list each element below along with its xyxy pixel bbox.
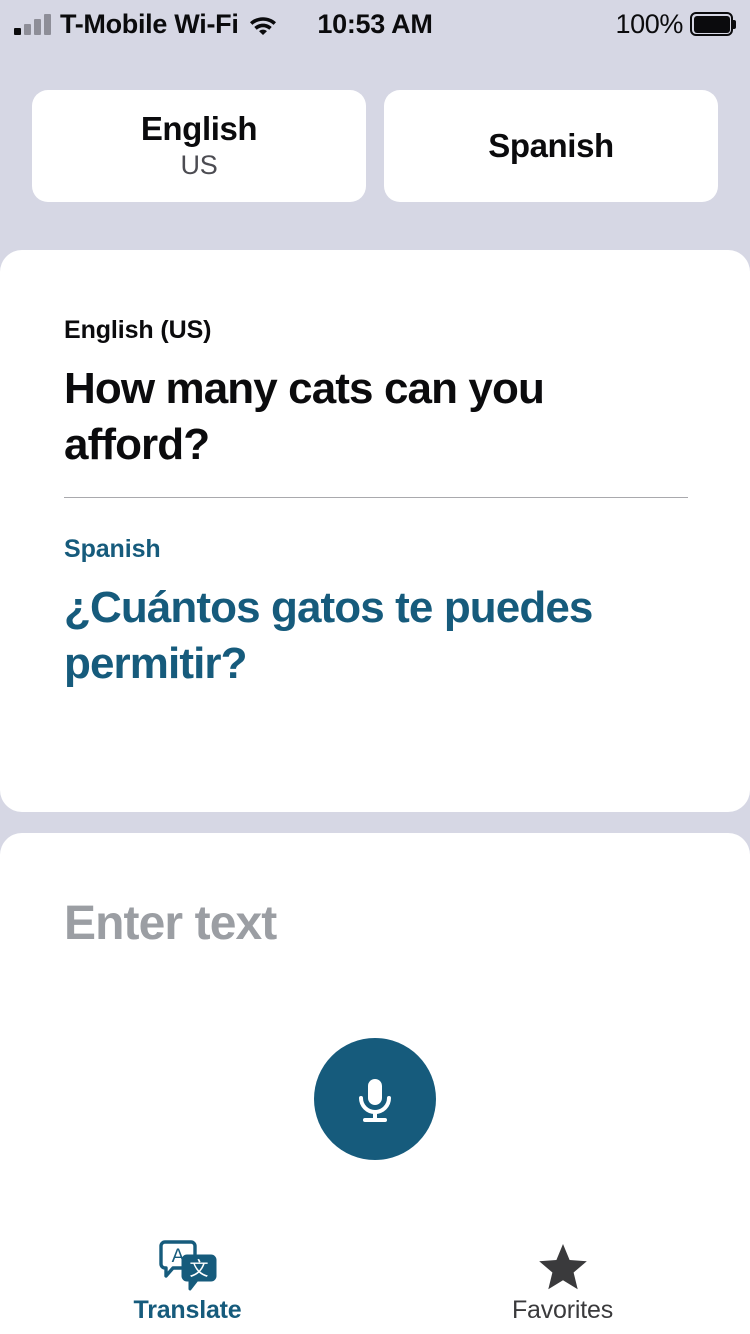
svg-text:文: 文: [189, 1258, 208, 1280]
status-bar: T-Mobile Wi-Fi 10:53 AM 100%: [0, 0, 750, 48]
source-language-button[interactable]: English US: [32, 90, 366, 202]
tab-translate-label: Translate: [133, 1296, 242, 1324]
translated-text[interactable]: ¿Cuántos gatos te puedes permitir?: [64, 580, 688, 692]
target-language-name: Spanish: [488, 126, 614, 164]
translation-result-card: English (US) How many cats can you affor…: [0, 250, 750, 1030]
target-language-label: Spanish: [64, 535, 161, 563]
text-input-card: Enter text A 文 Translate Favorites: [0, 833, 750, 1334]
battery-full-icon: [690, 12, 736, 36]
status-bar-right: 100%: [616, 0, 736, 48]
source-text[interactable]: How many cats can you afford?: [64, 361, 688, 473]
microphone-icon: [359, 1079, 391, 1122]
source-text-block: English (US) How many cats can you affor…: [64, 316, 688, 473]
tab-favorites-label: Favorites: [511, 1296, 613, 1324]
card-divider: [64, 497, 688, 498]
source-language-label: English (US): [64, 316, 212, 344]
microphone-button[interactable]: [314, 1038, 436, 1160]
translate-icon: A 文: [157, 1239, 219, 1295]
translated-text-block: Spanish ¿Cuántos gatos te puedes permiti…: [64, 535, 688, 692]
tab-favorites[interactable]: Favorites: [375, 1226, 750, 1334]
target-language-button[interactable]: Spanish: [384, 90, 718, 202]
star-filled-icon: [536, 1239, 590, 1295]
battery-percent-label: 100%: [615, 8, 684, 39]
source-language-name: English: [140, 110, 258, 148]
app-screen: T-Mobile Wi-Fi 10:53 AM 100% English US …: [0, 0, 750, 1334]
language-selector-bar: English US Spanish: [0, 90, 750, 202]
source-language-region: US: [180, 150, 218, 181]
enter-text-placeholder[interactable]: Enter text: [64, 896, 277, 951]
tab-translate[interactable]: A 文 Translate: [0, 1226, 375, 1334]
clock-label: 10:53 AM: [317, 8, 433, 39]
tab-bar: A 文 Translate Favorites: [0, 1226, 750, 1334]
